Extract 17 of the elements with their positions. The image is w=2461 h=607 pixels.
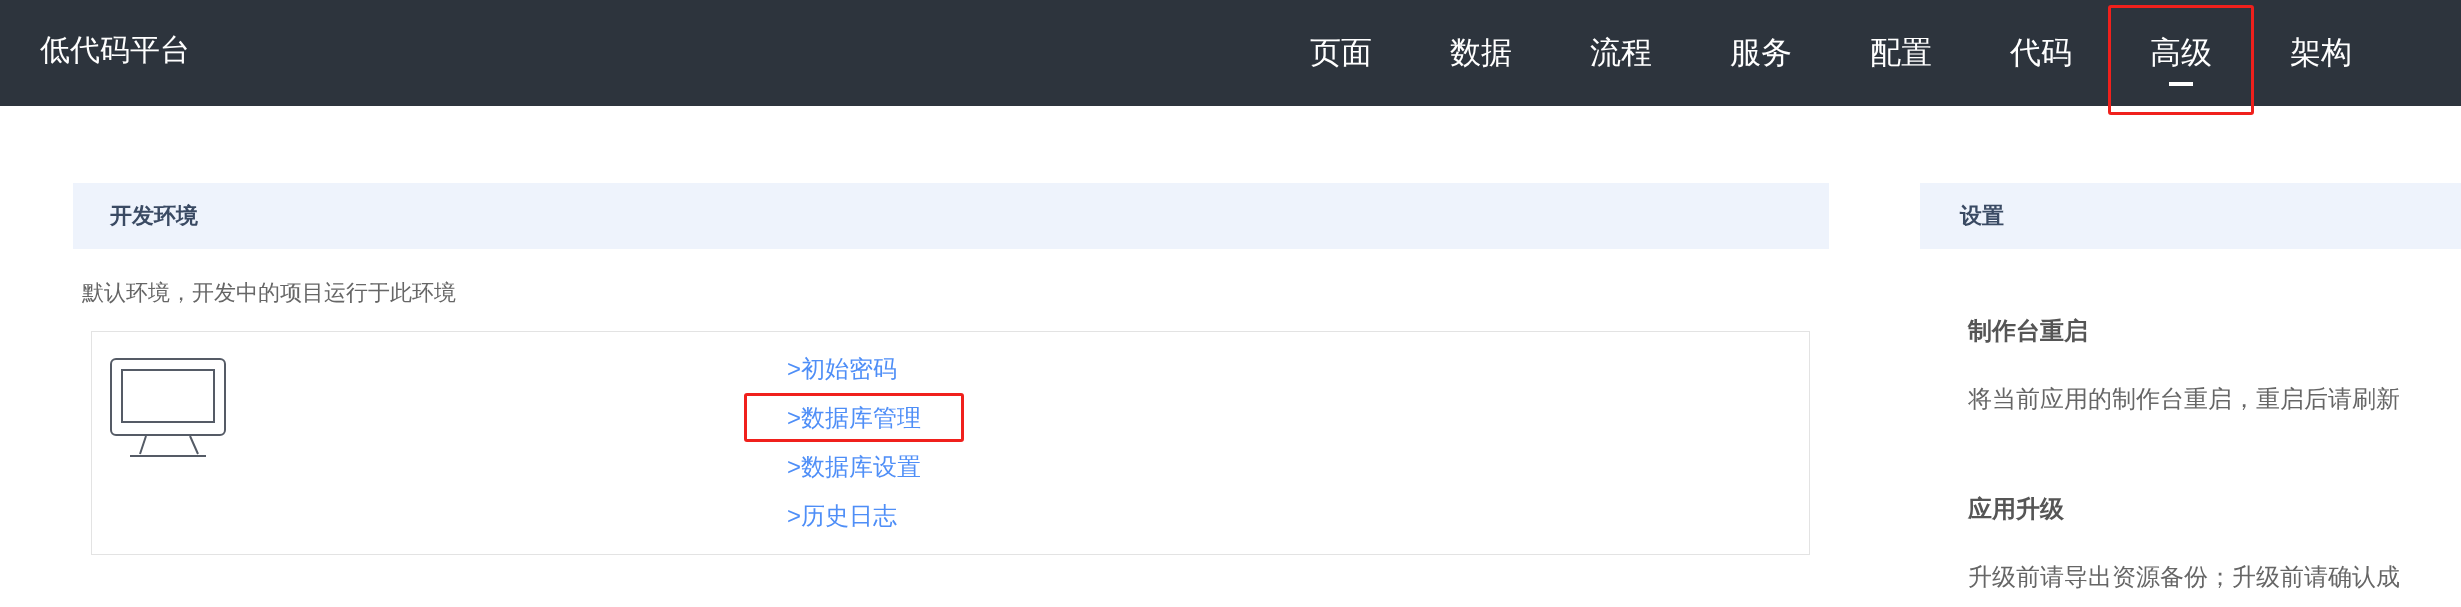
nav-tab[interactable]: 页面: [1271, 5, 1411, 115]
nav-tab[interactable]: 流程: [1551, 5, 1691, 115]
nav-tab[interactable]: 服务: [1691, 5, 1831, 115]
setting-description: 升级前请导出资源备份；升级前请确认成: [1968, 562, 2401, 592]
setting-description: 将当前应用的制作台重启，重启后请刷新: [1968, 384, 2401, 414]
section-description: 默认环境，开发中的项目运行于此环境: [82, 279, 457, 307]
nav-tab[interactable]: 代码: [1971, 5, 2111, 115]
nav-tab[interactable]: 高级: [2108, 5, 2254, 115]
setting-title: 制作台重启: [1968, 316, 2089, 346]
app-title: 低代码平台: [40, 32, 190, 68]
nav-tab[interactable]: 架构: [2251, 5, 2391, 115]
section-title: 设置: [1960, 202, 2004, 230]
setting-title: 应用升级: [1968, 494, 2065, 524]
monitor-icon: [110, 358, 226, 460]
nav-tab[interactable]: 配置: [1831, 5, 1971, 115]
section-title: 开发环境: [110, 202, 198, 230]
nav-tab[interactable]: 数据: [1411, 5, 1551, 115]
